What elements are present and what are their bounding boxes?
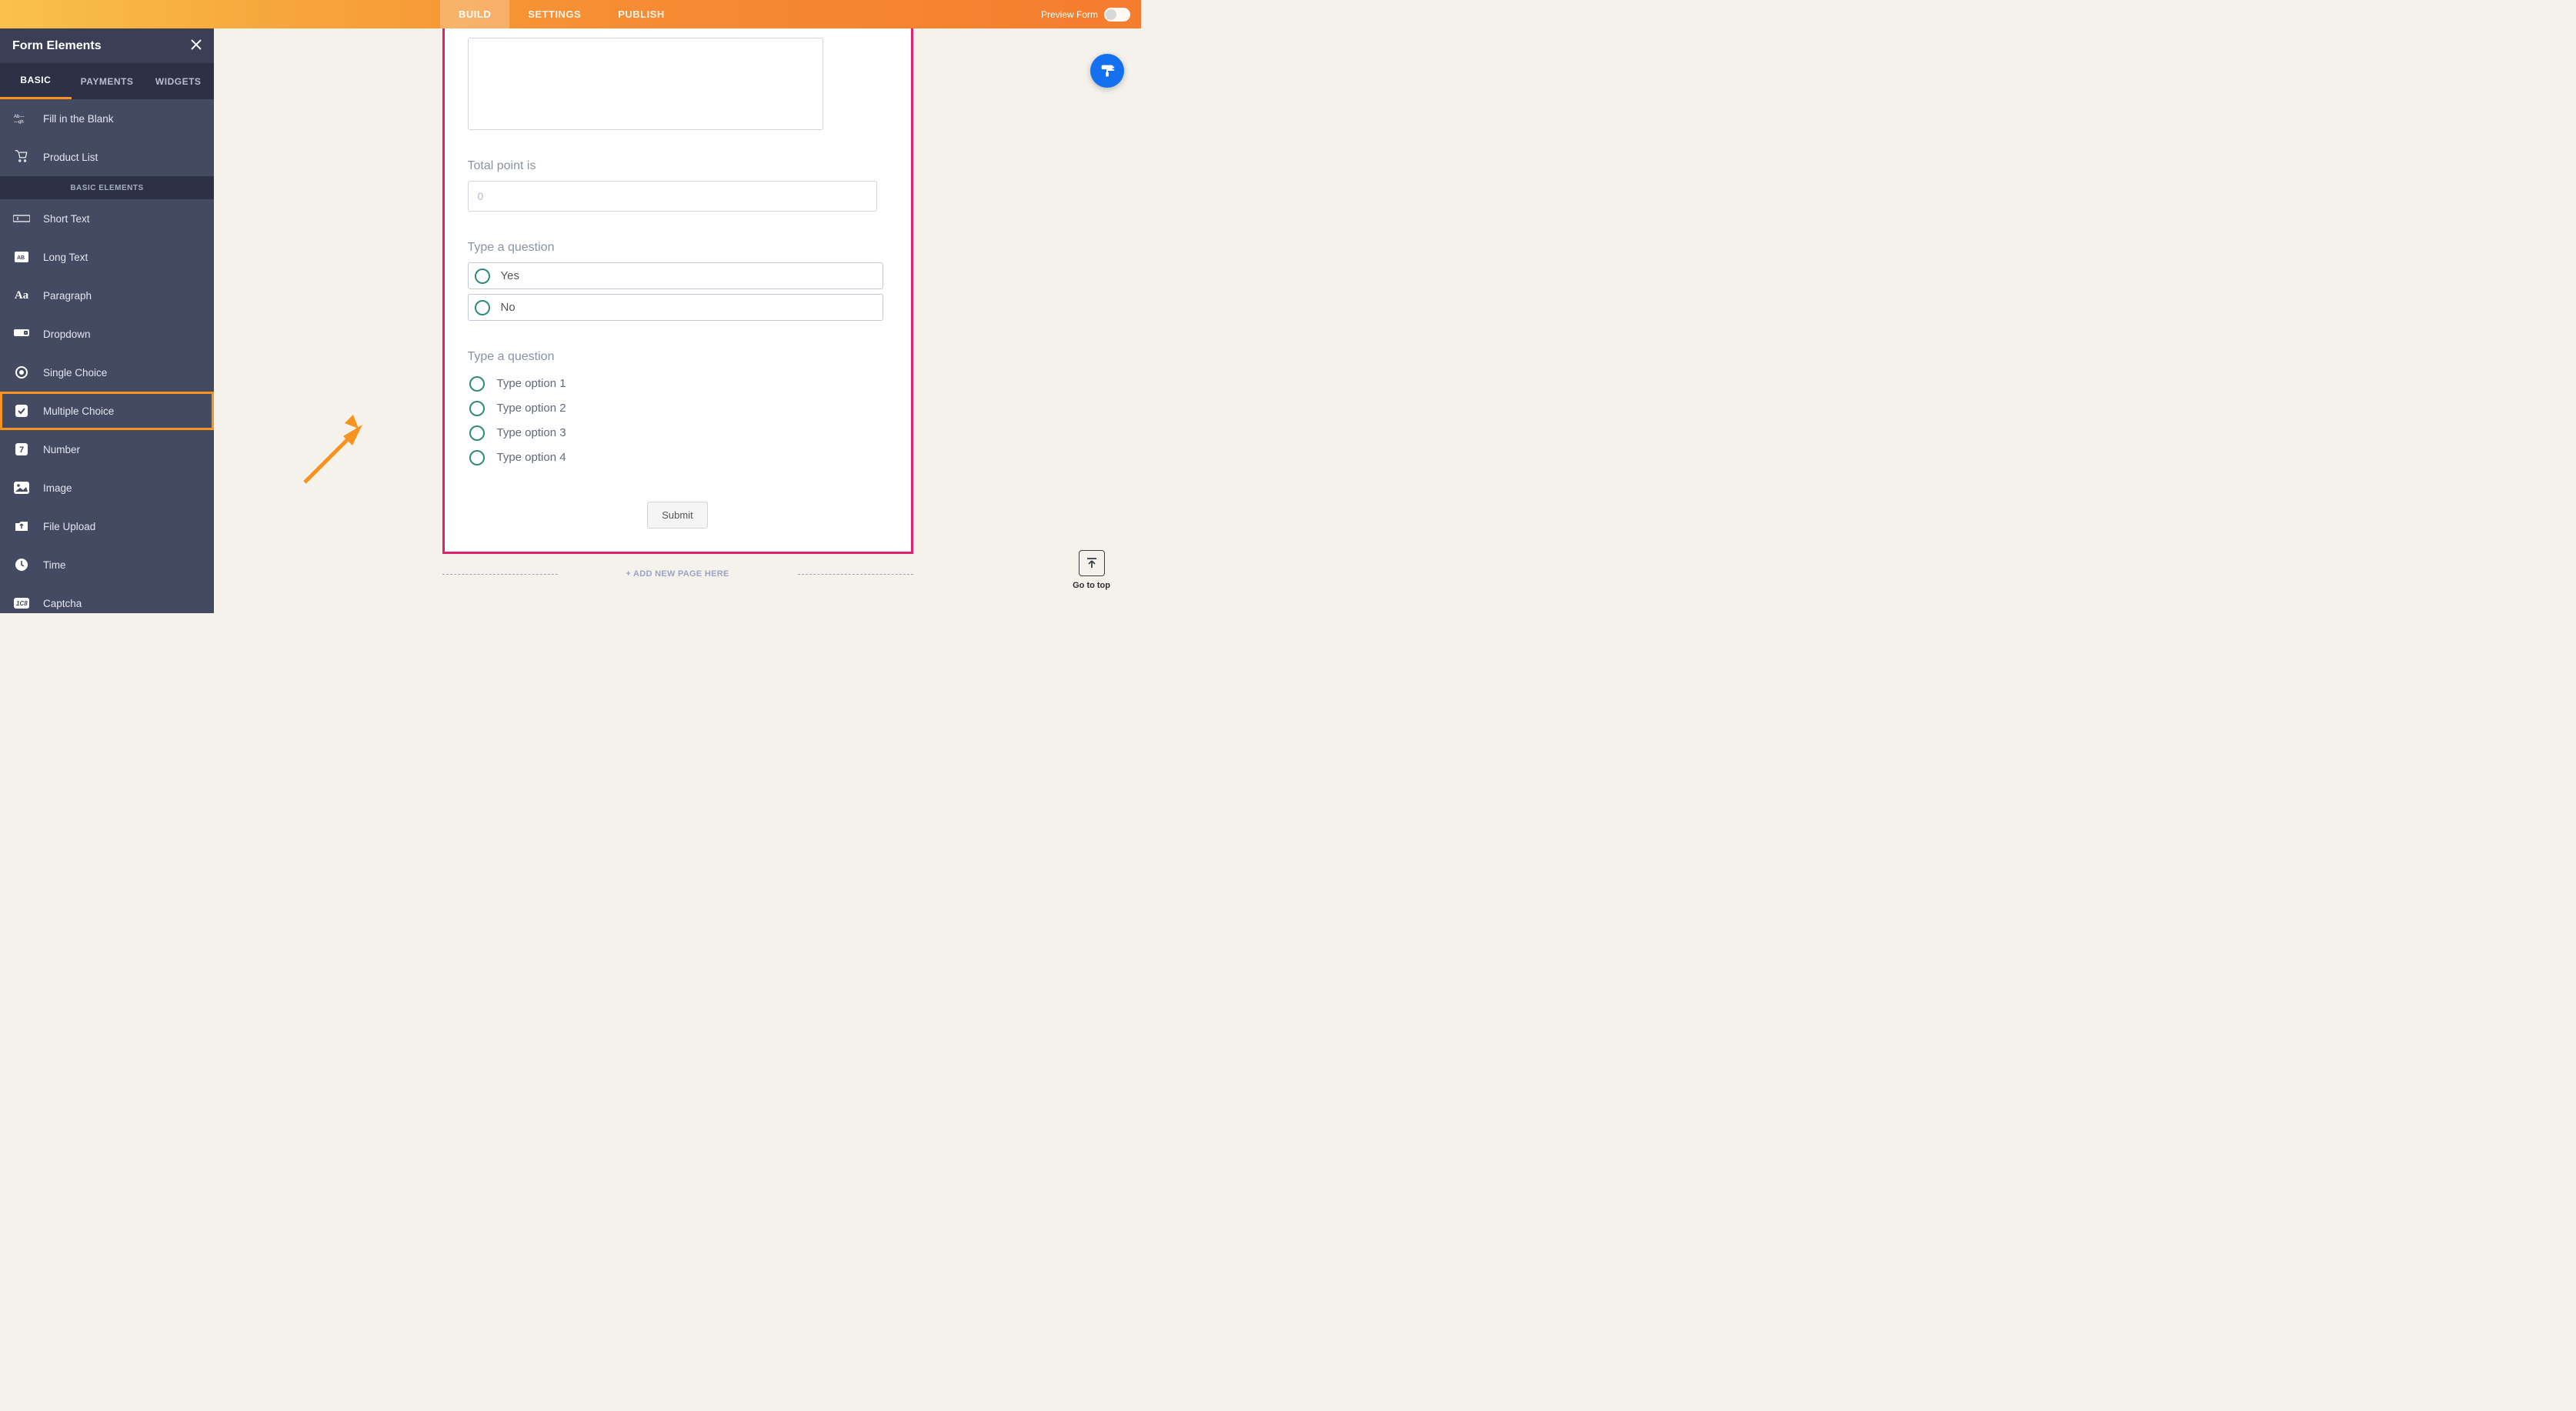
option-row[interactable]: Type option 4 [468,445,888,469]
element-label: Long Text [43,252,88,263]
option-row[interactable]: Type option 2 [468,396,888,420]
svg-text:—gh: —gh [14,120,24,124]
tab-build[interactable]: BUILD [440,0,509,28]
number-icon: 7 [8,442,35,456]
radio-icon [475,300,490,315]
element-label: Multiple Choice [43,405,114,417]
total-point-field: Total point is [468,159,888,212]
panel-title: Form Elements [12,39,102,53]
option-label: Type option 3 [497,426,566,439]
multiple-choice-question: Type a question Type option 1 Type optio… [468,350,888,469]
submit-button[interactable]: Submit [647,502,707,529]
radio-icon [475,269,490,284]
element-label: Single Choice [43,367,107,379]
radio-icon [469,401,485,416]
element-single-choice[interactable]: Single Choice [0,353,214,392]
element-multiple-choice[interactable]: Multiple Choice [0,392,214,430]
radio-option-yes[interactable]: Yes [468,262,883,289]
section-header: BASIC ELEMENTS [0,176,214,199]
captcha-icon: 1C8 [8,598,35,609]
element-label: Image [43,482,72,494]
element-label: Paragraph [43,290,92,302]
sidebar-tab-widgets[interactable]: WIDGETS [142,63,214,99]
element-short-text[interactable]: Short Text [0,199,214,238]
element-label: Dropdown [43,329,91,340]
preview-toggle-group: Preview Form [1041,0,1130,28]
element-fill-in-the-blank[interactable]: Ab——gh Fill in the Blank [0,99,214,138]
design-fab[interactable] [1090,54,1124,88]
multiple-choice-icon [8,404,35,418]
long-text-icon: AB [8,252,35,262]
preview-label: Preview Form [1041,9,1098,20]
time-icon [8,558,35,572]
radio-icon [469,425,485,441]
element-image[interactable]: Image [0,469,214,507]
option-label: Type option 2 [497,402,566,415]
option-row[interactable]: Type option 1 [468,372,888,395]
paragraph-icon: Aa [8,289,35,302]
annotation-arrow [297,398,389,490]
option-label: Type option 1 [497,377,566,390]
element-label: Time [43,559,66,571]
option-label: No [501,301,516,314]
single-choice-icon [8,365,35,379]
close-panel-button[interactable] [191,37,202,55]
long-text-field[interactable] [468,38,823,130]
option-row[interactable]: Type option 3 [468,421,888,445]
file-upload-icon [8,520,35,532]
form-canvas[interactable]: Total point is Type a question Yes No Ty… [214,28,1141,613]
close-icon [191,39,202,50]
svg-text:AB: AB [17,255,25,261]
radio-option-no[interactable]: No [468,294,883,321]
element-label: Number [43,444,80,455]
total-label: Total point is [468,159,888,173]
paint-roller-icon [1099,62,1116,79]
element-number[interactable]: 7 Number [0,430,214,469]
element-label: Fill in the Blank [43,113,114,125]
go-to-top-button[interactable]: Go to top [1073,550,1110,590]
fill-blank-icon: Ab——gh [8,113,35,124]
element-captcha[interactable]: 1C8 Captcha [0,584,214,613]
sidebar-tab-payments[interactable]: PAYMENTS [72,63,143,99]
element-label: Short Text [43,213,90,225]
element-label: Captcha [43,598,82,609]
question-label: Type a question [468,350,888,364]
svg-text:1C8: 1C8 [16,600,28,607]
arrow-up-icon [1086,557,1098,569]
sidebar-tab-basic[interactable]: BASIC [0,63,72,99]
add-page-button[interactable]: + ADD NEW PAGE HERE [442,569,913,579]
radio-icon [469,450,485,465]
svg-text:Ab—: Ab— [14,115,24,119]
cart-icon [8,150,35,164]
yes-no-question: Type a question Yes No [468,241,888,321]
total-input[interactable] [468,181,877,212]
option-label: Yes [501,269,519,282]
dropdown-icon [8,329,35,339]
go-to-top-label: Go to top [1073,581,1110,590]
radio-icon [469,376,485,392]
form-elements-panel: Form Elements BASIC PAYMENTS WIDGETS Ab—… [0,28,214,613]
element-long-text[interactable]: AB Long Text [0,238,214,276]
element-time[interactable]: Time [0,545,214,584]
element-file-upload[interactable]: File Upload [0,507,214,545]
element-dropdown[interactable]: Dropdown [0,315,214,353]
element-label: Product List [43,152,98,163]
svg-text:7: 7 [19,445,24,455]
question-label: Type a question [468,241,888,255]
preview-toggle[interactable] [1104,8,1130,22]
short-text-icon [8,213,35,224]
option-label: Type option 4 [497,451,566,464]
elements-list[interactable]: Ab——gh Fill in the Blank Product List BA… [0,99,214,613]
form-page[interactable]: Total point is Type a question Yes No Ty… [442,28,913,554]
image-icon [8,482,35,494]
tab-publish[interactable]: PUBLISH [599,0,683,28]
topbar: BUILD SETTINGS PUBLISH Preview Form [0,0,1141,28]
element-label: File Upload [43,521,95,532]
tab-settings[interactable]: SETTINGS [509,0,599,28]
element-paragraph[interactable]: Aa Paragraph [0,276,214,315]
element-product-list[interactable]: Product List [0,138,214,176]
